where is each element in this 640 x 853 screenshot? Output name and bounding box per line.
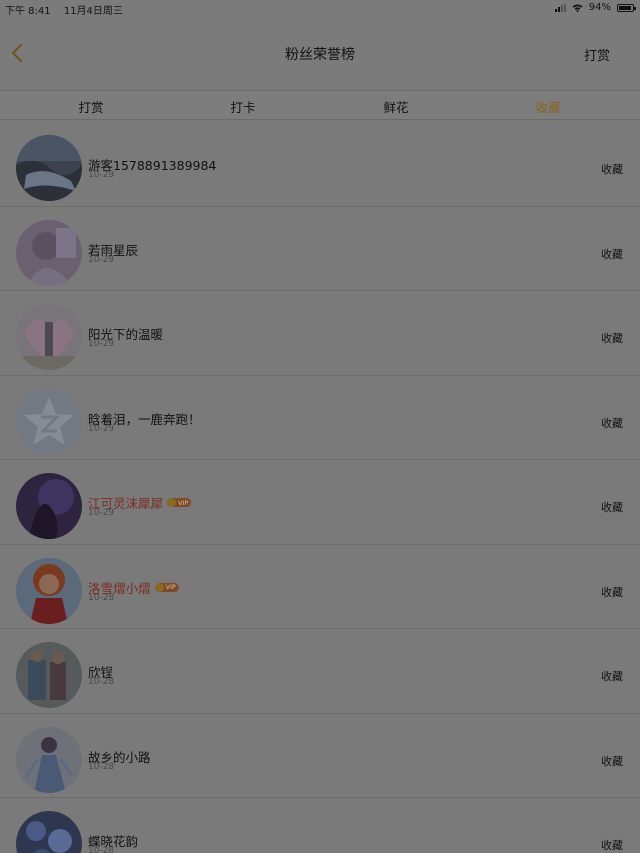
crown-icon (154, 582, 164, 592)
avatar (16, 219, 82, 286)
favorite-label: 收藏 (601, 247, 623, 261)
list-item[interactable]: 晗着泪，一鹿奔跑！ 10-29 收藏 (0, 375, 640, 460)
list-item[interactable]: 故乡的小路 10-28 收藏 (0, 713, 640, 798)
fan-date: 10-29 (88, 254, 115, 265)
list-item[interactable]: 江可灵沫犀犀 VIP 10-29 收藏 (0, 460, 640, 545)
avatar (16, 135, 82, 201)
favorite-label: 收藏 (601, 163, 623, 176)
favorite-label: 收藏 (601, 585, 623, 599)
fan-date: 10-28 (88, 846, 115, 853)
favorite-label: 收藏 (601, 754, 623, 768)
signal-icon (554, 3, 566, 12)
crown-icon (167, 498, 177, 507)
list-item[interactable]: 蝶晓花韵 10-28 收藏 (0, 798, 640, 853)
avatar (16, 388, 82, 455)
tab-reward[interactable]: 打赏 (78, 97, 103, 116)
avatar (16, 557, 82, 624)
favorite-label: 收藏 (601, 839, 623, 852)
favorite-label: 收藏 (601, 416, 623, 430)
favorite-label: 收藏 (601, 501, 623, 514)
tab-favorites[interactable]: 收藏 (535, 97, 560, 116)
vip-badge: VIP (167, 498, 192, 507)
avatar (16, 811, 82, 853)
vip-badge: VIP (154, 582, 179, 592)
fan-date: 10-29 (88, 339, 115, 349)
reward-button[interactable]: 打赏 (584, 45, 610, 64)
fan-date: 10-28 (88, 677, 115, 687)
page-title: 粉丝荣誉榜 (285, 47, 355, 63)
list-item[interactable]: 若雨星辰 10-29 收藏 (0, 206, 640, 291)
fan-date: 10-28 (88, 761, 115, 772)
tab-checkin[interactable]: 打卡 (230, 97, 255, 116)
fan-date: 10-28 (88, 592, 115, 603)
tab-flowers[interactable]: 鲜花 (383, 97, 408, 116)
status-bar: 下午 8:41 11月4日周三 94% (0, 0, 640, 17)
battery-icon (617, 3, 636, 12)
fan-date: 10-29 (88, 423, 115, 434)
battery-percent: 94% (588, 2, 611, 13)
wifi-icon (572, 4, 583, 12)
list-item[interactable]: 游客1578891389984 10-29 收藏 (0, 122, 640, 207)
fan-date: 10-29 (88, 508, 115, 518)
list-item[interactable]: 洛雪熠小熠 VIP 10-28 收藏 (0, 544, 640, 629)
tab-bar: 打赏 打卡 鲜花 收藏 (0, 90, 640, 120)
avatar (16, 473, 82, 539)
nav-bar: 粉丝荣誉榜 打赏 (0, 16, 640, 90)
avatar (16, 726, 82, 793)
fan-list: 游客1578891389984 10-29 收藏 若雨星辰 10-29 收藏 阳… (0, 122, 640, 853)
favorite-label: 收藏 (601, 670, 623, 683)
list-item[interactable]: 阳光下的温暖 10-29 收藏 (0, 291, 640, 376)
fan-date: 10-29 (88, 170, 115, 180)
list-item[interactable]: 欣锃 10-28 收藏 (0, 629, 640, 714)
avatar (16, 642, 82, 708)
favorite-label: 收藏 (601, 332, 623, 345)
avatar (16, 304, 82, 370)
